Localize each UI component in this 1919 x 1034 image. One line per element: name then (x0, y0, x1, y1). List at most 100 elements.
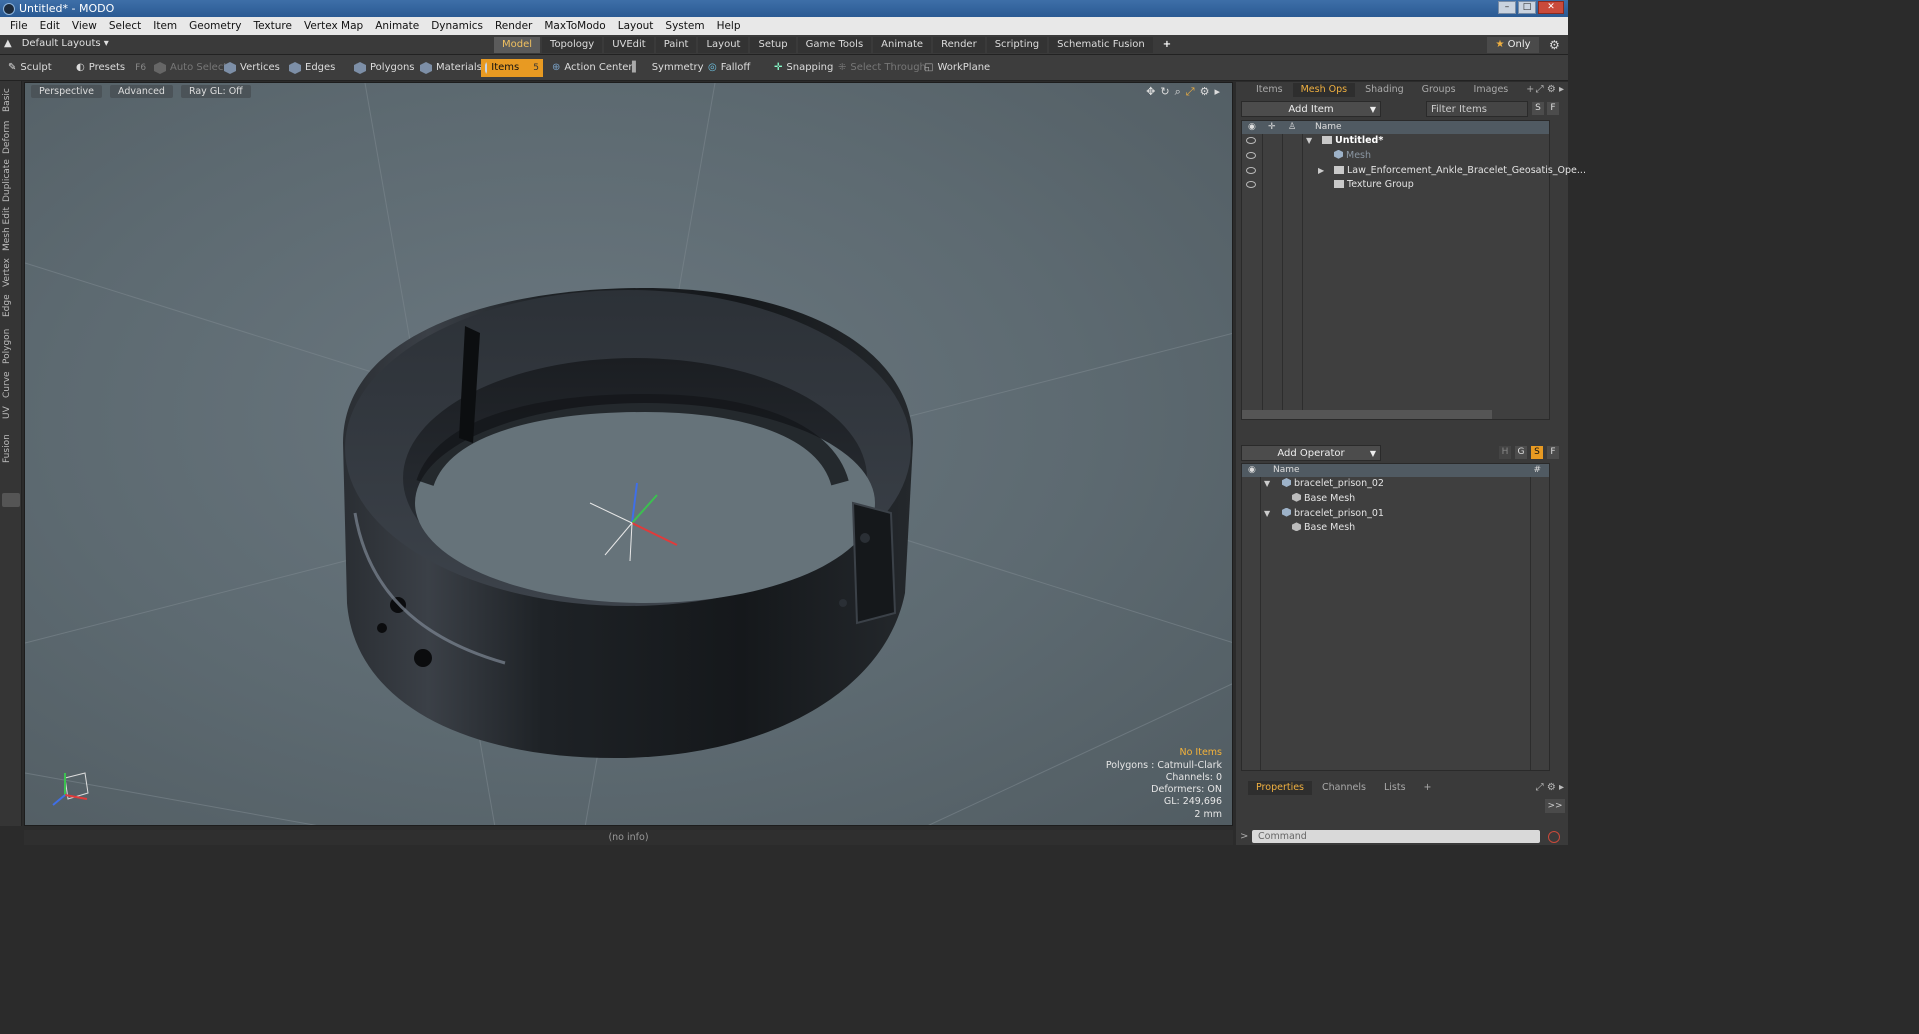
tooltab-vertex[interactable]: Vertex (2, 257, 20, 289)
menu-layout[interactable]: Layout (612, 20, 660, 32)
maximize-icon[interactable]: □ (1518, 1, 1536, 14)
tooltab-uv[interactable]: UV (2, 405, 20, 421)
tree-row-mesh[interactable]: Mesh (1242, 149, 1549, 164)
tab-properties[interactable]: Properties (1248, 780, 1313, 795)
expand-arrow-icon[interactable]: ▼ (1306, 134, 1312, 149)
menu-maxtomodo[interactable]: MaxToModo (538, 20, 611, 32)
filter-f-ops-button[interactable]: F (1547, 446, 1559, 459)
tooltab-basic[interactable]: Basic (2, 85, 20, 115)
tab-game-tools[interactable]: Game Tools (797, 37, 872, 53)
action-center-button[interactable]: ⊕ Action Center (548, 59, 637, 77)
tab-scripting[interactable]: Scripting (986, 37, 1048, 53)
close-icon[interactable]: ✕ (1538, 1, 1564, 14)
items-button[interactable]: Items 5 (481, 59, 543, 77)
tab-render[interactable]: Render (933, 37, 985, 53)
tab-schematic-fusion[interactable]: Schematic Fusion (1049, 37, 1153, 53)
tooltab-edge[interactable]: Edge (2, 293, 20, 319)
menu-dynamics[interactable]: Dynamics (425, 20, 489, 32)
tree-row-scene[interactable]: ▼ Untitled* (1242, 134, 1549, 149)
add-properties-tab-icon[interactable]: + (1416, 781, 1440, 795)
tab-images[interactable]: Images (1466, 83, 1517, 97)
zoom-icon[interactable]: ⌕ (1175, 85, 1181, 99)
tooltab-fusion[interactable]: Fusion (2, 433, 20, 465)
symmetry-button[interactable]: ▌ Symmetry (628, 59, 708, 77)
op-row-bracelet-prison-02[interactable]: ▼ bracelet_prison_02 (1242, 477, 1549, 492)
filter-f-button[interactable]: F (1547, 102, 1559, 115)
expand-arrow-icon[interactable]: ▶ (1318, 164, 1324, 179)
fit-icon[interactable]: ⤢ (1186, 85, 1195, 99)
minimize-icon[interactable]: – (1498, 1, 1516, 14)
layout-collapse-icon[interactable]: ▲ (4, 38, 12, 49)
tab-lists[interactable]: Lists (1376, 781, 1414, 795)
rotate-icon[interactable]: ↻ (1160, 85, 1169, 99)
menu-item[interactable]: Item (147, 20, 183, 32)
tab-channels[interactable]: Channels (1314, 781, 1374, 795)
add-operator-dropdown[interactable]: Add Operator ▼ (1241, 445, 1381, 461)
sculpt-button[interactable]: ✎ Sculpt (4, 59, 56, 77)
tooltab-polygon[interactable]: Polygon (2, 327, 20, 365)
tab-setup[interactable]: Setup (750, 37, 796, 53)
visibility-eye-icon[interactable] (1246, 181, 1256, 189)
tooltab-mesh-edit[interactable]: Mesh Edit (2, 207, 20, 251)
expand-arrow-icon[interactable]: ▼ (1264, 507, 1270, 522)
select-through-button[interactable]: ⁜ Select Through (834, 59, 930, 77)
tooltab-toggle-icon[interactable] (2, 493, 20, 507)
viewport-expand-icon[interactable]: ▸ (1214, 85, 1220, 99)
menu-texture[interactable]: Texture (248, 20, 298, 32)
horizontal-scrollbar[interactable] (1242, 410, 1492, 419)
polygons-button[interactable]: Polygons (350, 59, 419, 77)
visibility-eye-icon[interactable] (1246, 151, 1256, 159)
op-row-base-mesh-02[interactable]: Base Mesh (1242, 492, 1549, 507)
panel-controls-icon[interactable]: ⤢ ⚙ ▸ (1536, 83, 1564, 97)
filter-s-button[interactable]: S (1532, 102, 1544, 115)
shading-mode-dropdown[interactable]: Advanced (110, 85, 173, 98)
menu-vertex-map[interactable]: Vertex Map (298, 20, 369, 32)
add-tab-icon[interactable]: + (1155, 37, 1179, 53)
tree-row-texture-group[interactable]: Texture Group (1242, 178, 1549, 193)
filter-h-button[interactable]: H (1499, 446, 1511, 459)
tab-uvedit[interactable]: UVEdit (604, 37, 654, 53)
tree-row-law-enforcement[interactable]: ▶ Law_Enforcement_Ankle_Bracelet_Geosati… (1242, 164, 1586, 179)
menu-help[interactable]: Help (711, 20, 747, 32)
visibility-eye-icon[interactable] (1246, 166, 1256, 174)
filter-g-button[interactable]: G (1515, 446, 1527, 459)
tab-layout[interactable]: Layout (698, 37, 749, 53)
record-icon[interactable] (1548, 831, 1560, 843)
tab-shading[interactable]: Shading (1357, 83, 1412, 97)
tab-groups[interactable]: Groups (1414, 83, 1464, 97)
viewport-gear-icon[interactable]: ⚙ (1200, 85, 1210, 99)
op-row-base-mesh-01[interactable]: Base Mesh (1242, 521, 1549, 536)
tab-animate[interactable]: Animate (873, 37, 932, 53)
raygl-toggle[interactable]: Ray GL: Off (180, 85, 251, 98)
3d-viewport[interactable]: Perspective Advanced Ray GL: Off ✥ ↻ ⌕ ⤢… (24, 82, 1233, 826)
visibility-eye-icon[interactable] (1246, 137, 1256, 144)
view-type-dropdown[interactable]: Perspective (31, 85, 103, 98)
tooltab-deform[interactable]: Deform (2, 119, 20, 155)
expand-arrow-icon[interactable]: ▼ (1264, 477, 1270, 492)
tab-topology[interactable]: Topology (542, 37, 603, 53)
only-button[interactable]: ★ Only (1487, 37, 1539, 53)
falloff-button[interactable]: ◎ Falloff (704, 59, 754, 77)
menu-system[interactable]: System (659, 20, 710, 32)
workplane-button[interactable]: ◱ WorkPlane (920, 59, 994, 77)
filter-s-active-button[interactable]: S (1531, 446, 1543, 459)
presets-button[interactable]: ◐ Presets F6 (72, 59, 150, 77)
tooltab-curve[interactable]: Curve (2, 371, 20, 399)
tab-model[interactable]: Model (494, 37, 541, 53)
menu-animate[interactable]: Animate (369, 20, 425, 32)
tab-mesh-ops[interactable]: Mesh Ops (1292, 82, 1356, 97)
menu-select[interactable]: Select (103, 20, 147, 32)
layout-preset-dropdown[interactable]: Default Layouts ▾ (22, 38, 109, 49)
command-input[interactable]: Command (1252, 830, 1540, 843)
snapping-button[interactable]: ✛ Snapping (770, 59, 837, 77)
menu-edit[interactable]: Edit (34, 20, 66, 32)
materials-button[interactable]: Materials (416, 59, 486, 77)
tab-paint[interactable]: Paint (655, 37, 697, 53)
menu-file[interactable]: File (4, 20, 34, 32)
tab-items[interactable]: Items (1248, 83, 1291, 97)
properties-controls-icon[interactable]: ⤢ ⚙ ▸ (1536, 781, 1564, 795)
menu-geometry[interactable]: Geometry (183, 20, 247, 32)
expand-panel-icon[interactable]: >> (1545, 799, 1565, 813)
tooltab-duplicate[interactable]: Duplicate (2, 159, 20, 203)
add-item-dropdown[interactable]: Add Item ▼ (1241, 101, 1381, 117)
